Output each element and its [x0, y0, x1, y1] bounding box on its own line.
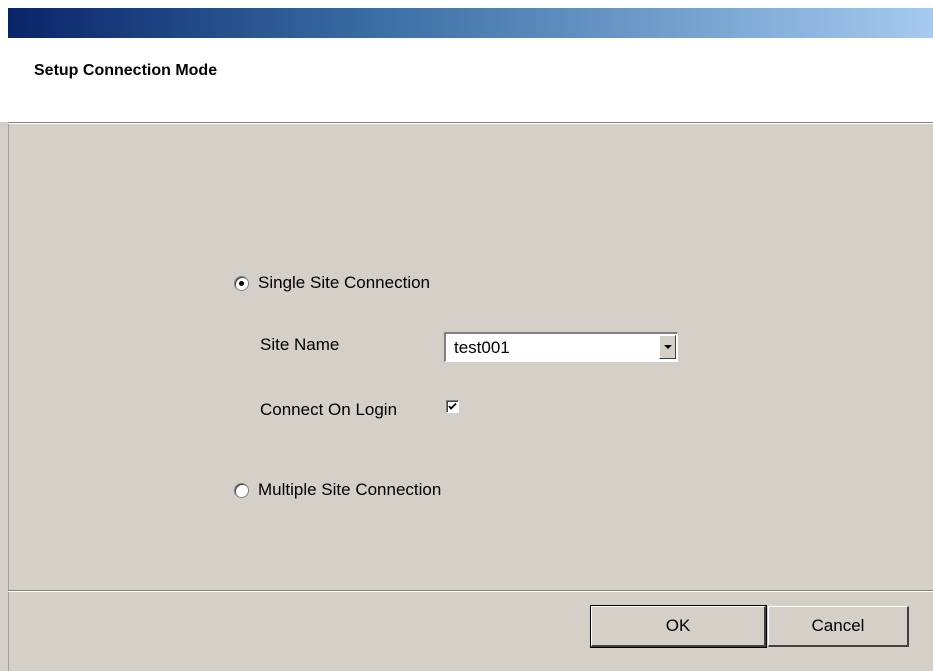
connect-on-login-checkbox[interactable] — [446, 400, 459, 413]
title-gradient-bar — [8, 8, 933, 38]
left-margin — [0, 0, 8, 122]
multiple-site-label[interactable]: Multiple Site Connection — [258, 480, 441, 500]
single-site-label[interactable]: Single Site Connection — [258, 273, 430, 293]
site-name-combobox[interactable]: test001 — [444, 332, 678, 362]
cancel-button[interactable]: Cancel — [768, 606, 909, 647]
site-name-dropdown-button[interactable] — [659, 335, 676, 359]
footer-divider-highlight — [8, 591, 933, 592]
top-margin — [0, 0, 933, 8]
site-name-label: Site Name — [260, 335, 340, 354]
checkmark-icon — [448, 402, 457, 410]
multiple-site-radio[interactable] — [234, 482, 249, 498]
left-edge-line — [8, 124, 9, 671]
dialog-header: Setup Connection Mode — [8, 38, 933, 122]
radio-selected-dot — [239, 280, 244, 286]
setup-connection-dialog: Setup Connection Mode Single Site Connec… — [0, 0, 933, 671]
page-title: Setup Connection Mode — [34, 62, 218, 79]
single-site-radio[interactable] — [234, 275, 249, 291]
site-name-value: test001 — [454, 338, 510, 357]
header-divider-highlight — [8, 123, 933, 124]
ok-button[interactable]: OK — [590, 605, 767, 648]
connect-on-login-label[interactable]: Connect On Login — [260, 400, 397, 420]
single-site-option[interactable]: Single Site Connection — [234, 273, 430, 293]
multiple-site-option[interactable]: Multiple Site Connection — [234, 480, 441, 500]
chevron-down-icon — [663, 345, 672, 349]
